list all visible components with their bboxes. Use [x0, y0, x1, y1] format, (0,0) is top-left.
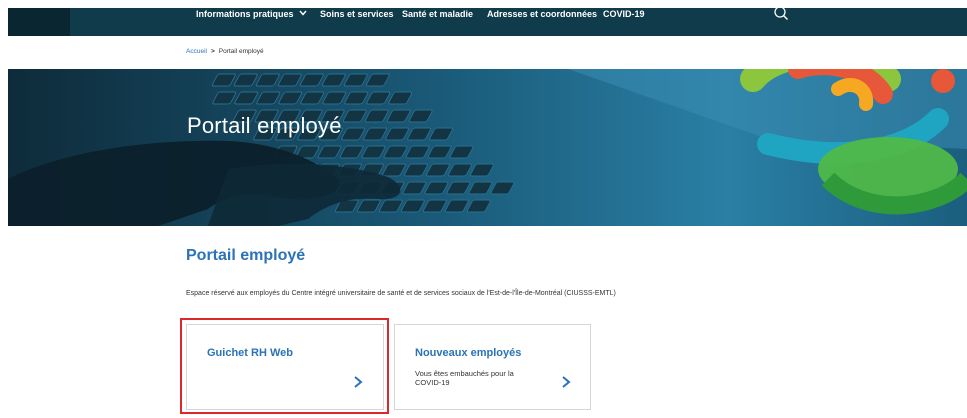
search-icon[interactable] [772, 6, 790, 24]
nav-item-adresses-et-coordonnees[interactable]: Adresses et coordonnées [487, 8, 597, 36]
hero-title: Portail employé [187, 113, 342, 138]
breadcrumb-home-link[interactable]: Accueil [186, 48, 207, 55]
card-guichet-rh-web[interactable]: Guichet RH Web [186, 324, 384, 410]
page: Informations pratiques Soins et services… [0, 0, 967, 418]
nav-item-label: Adresses et coordonnées [487, 9, 598, 19]
hero-banner: Portail employé [8, 69, 967, 226]
nav-item-label: Informations pratiques [196, 9, 294, 19]
nav-item-soins-et-services[interactable]: Soins et services [320, 8, 394, 36]
top-navigation: Informations pratiques Soins et services… [8, 6, 967, 36]
nav-left-block [8, 8, 70, 36]
hero-image [8, 69, 967, 226]
page-title: Portail employé [186, 247, 306, 264]
nav-item-informations-pratiques[interactable]: Informations pratiques [196, 8, 307, 36]
nav-item-label: Santé et maladie [402, 9, 474, 19]
card-title: Nouveaux employés [415, 347, 522, 359]
card-nouveaux-employes[interactable]: Nouveaux employés Vous êtes embauchés po… [394, 324, 591, 410]
breadcrumb: Accueil > Portail employé [186, 48, 264, 55]
breadcrumb-current: Portail employé [218, 48, 264, 55]
card-description: Vous êtes embauchés pour la COVID-19 [415, 369, 514, 387]
nav-item-label: Soins et services [320, 9, 394, 19]
breadcrumb-separator: > [210, 48, 215, 55]
chevron-right-icon[interactable] [353, 375, 363, 388]
nav-item-sante-et-maladie[interactable]: Santé et maladie [402, 8, 473, 36]
nav-item-label: COVID-19 [603, 9, 645, 19]
chevron-right-icon[interactable] [561, 375, 571, 388]
card-title: Guichet RH Web [207, 347, 293, 359]
chevron-down-icon [298, 8, 307, 18]
intro-text: Espace réservé aux employés du Centre in… [186, 290, 616, 297]
nav-item-covid-19[interactable]: COVID-19 [603, 8, 645, 36]
